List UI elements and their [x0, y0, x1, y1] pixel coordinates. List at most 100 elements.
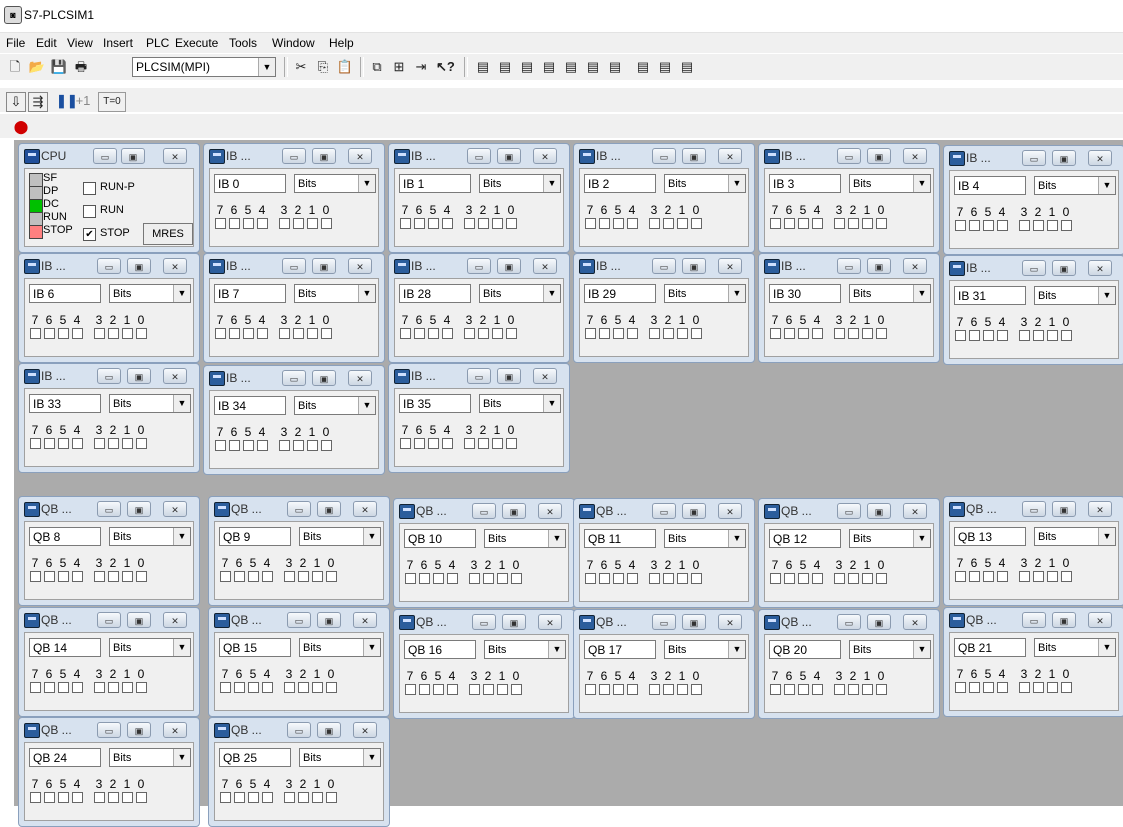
format-select[interactable]: Bits ▼: [294, 284, 376, 303]
minimize-icon[interactable]: ▭: [97, 722, 121, 738]
bit-checkbox[interactable]: [108, 571, 119, 582]
bit-checkbox[interactable]: [876, 218, 887, 229]
close-icon[interactable]: ✕: [533, 258, 557, 274]
bit-checkbox[interactable]: [94, 438, 105, 449]
format-select[interactable]: Bits ▼: [109, 394, 191, 413]
bit-checkbox[interactable]: [257, 218, 268, 229]
interface-select[interactable]: PLCSIM(MPI) ▼: [132, 57, 276, 77]
bit-checkbox[interactable]: [312, 792, 323, 803]
maximize-icon[interactable]: ▣: [867, 614, 891, 630]
bit-checkbox[interactable]: [997, 682, 1008, 693]
minimize-icon[interactable]: ▭: [652, 614, 676, 630]
output-window-titlebar[interactable]: QB ... ▭ ▣ ✕: [574, 610, 754, 634]
bit-checkbox[interactable]: [94, 328, 105, 339]
bit-checkbox[interactable]: [983, 571, 994, 582]
maximize-icon[interactable]: ▣: [867, 148, 891, 164]
bit-checkbox[interactable]: [506, 328, 517, 339]
bit-checkbox[interactable]: [136, 792, 147, 803]
menu-insert[interactable]: Insert: [103, 36, 133, 50]
bit-checkbox[interactable]: [419, 684, 430, 695]
bit-checkbox[interactable]: [30, 571, 41, 582]
bit-checkbox[interactable]: [1047, 220, 1058, 231]
bit-checkbox[interactable]: [428, 218, 439, 229]
bit-checkbox[interactable]: [58, 792, 69, 803]
close-icon[interactable]: ✕: [903, 258, 927, 274]
minimize-icon[interactable]: ▭: [1022, 501, 1046, 517]
bit-checkbox[interactable]: [321, 218, 332, 229]
bit-checkbox[interactable]: [464, 328, 475, 339]
bit-checkbox[interactable]: [478, 328, 489, 339]
bit-checkbox[interactable]: [1033, 571, 1044, 582]
minimize-icon[interactable]: ▭: [467, 258, 491, 274]
menu-edit[interactable]: Edit: [36, 36, 57, 50]
maximize-icon[interactable]: ▣: [127, 501, 151, 517]
maximize-icon[interactable]: ▣: [312, 258, 336, 274]
bit-checkbox[interactable]: [955, 682, 966, 693]
bit-checkbox[interactable]: [400, 438, 411, 449]
bit-checkbox[interactable]: [511, 684, 522, 695]
bit-checkbox[interactable]: [983, 682, 994, 693]
output-window-titlebar[interactable]: QB ... ▭ ▣ ✕: [19, 718, 199, 742]
bit-checkbox[interactable]: [627, 328, 638, 339]
minimize-icon[interactable]: ▭: [287, 722, 311, 738]
close-icon[interactable]: ✕: [718, 258, 742, 274]
close-icon[interactable]: ✕: [353, 612, 377, 628]
output-window-titlebar[interactable]: QB ... ▭ ▣ ✕: [944, 608, 1123, 632]
bit-checkbox[interactable]: [585, 328, 596, 339]
bit-checkbox[interactable]: [400, 218, 411, 229]
cpu-window-titlebar[interactable]: CPU ▭ ▣ ✕: [19, 144, 199, 168]
bit-checkbox[interactable]: [293, 440, 304, 451]
close-icon[interactable]: ✕: [163, 612, 187, 628]
insert-counter-icon[interactable]: ▤: [606, 58, 624, 76]
bit-checkbox[interactable]: [969, 220, 980, 231]
next-scan-button[interactable]: +1: [74, 92, 92, 110]
bit-checkbox[interactable]: [321, 328, 332, 339]
minimize-icon[interactable]: ▭: [652, 258, 676, 274]
bit-checkbox[interactable]: [136, 682, 147, 693]
maximize-icon[interactable]: ▣: [867, 258, 891, 274]
address-field[interactable]: IB 4: [954, 176, 1026, 195]
bit-checkbox[interactable]: [279, 328, 290, 339]
bit-checkbox[interactable]: [234, 682, 245, 693]
close-icon[interactable]: ✕: [348, 148, 372, 164]
maximize-icon[interactable]: ▣: [127, 612, 151, 628]
bit-checkbox[interactable]: [677, 684, 688, 695]
bit-checkbox[interactable]: [848, 328, 859, 339]
bit-checkbox[interactable]: [248, 571, 259, 582]
bit-checkbox[interactable]: [862, 684, 873, 695]
bit-checkbox[interactable]: [312, 571, 323, 582]
insert-peripheral-input-icon[interactable]: ▤: [496, 58, 514, 76]
bit-checkbox[interactable]: [969, 571, 980, 582]
bit-checkbox[interactable]: [44, 438, 55, 449]
minimize-icon[interactable]: ▭: [97, 258, 121, 274]
tile-icon[interactable]: ⊞: [390, 58, 408, 76]
menu-help[interactable]: Help: [329, 36, 354, 50]
bit-checkbox[interactable]: [234, 571, 245, 582]
insert-stack-icon[interactable]: ▤: [678, 58, 696, 76]
bit-checkbox[interactable]: [30, 328, 41, 339]
bit-checkbox[interactable]: [483, 573, 494, 584]
input-window-titlebar[interactable]: IB ... ▭ ▣ ✕: [19, 254, 199, 278]
minimize-icon[interactable]: ▭: [287, 612, 311, 628]
bit-checkbox[interactable]: [248, 682, 259, 693]
copy-icon[interactable]: ⎘: [314, 58, 332, 76]
bit-checkbox[interactable]: [834, 684, 845, 695]
maximize-icon[interactable]: ▣: [1052, 612, 1076, 628]
bit-checkbox[interactable]: [279, 218, 290, 229]
bit-checkbox[interactable]: [284, 792, 295, 803]
bit-checkbox[interactable]: [433, 573, 444, 584]
insert-input-icon[interactable]: ▤: [474, 58, 492, 76]
format-select[interactable]: Bits ▼: [299, 527, 381, 546]
bit-checkbox[interactable]: [312, 682, 323, 693]
maximize-icon[interactable]: ▣: [127, 722, 151, 738]
input-window-titlebar[interactable]: IB ... ▭ ▣ ✕: [204, 144, 384, 168]
format-select[interactable]: Bits ▼: [849, 529, 931, 548]
maximize-icon[interactable]: ▣: [317, 612, 341, 628]
bit-checkbox[interactable]: [279, 440, 290, 451]
output-window-titlebar[interactable]: QB ... ▭ ▣ ✕: [209, 497, 389, 521]
bit-checkbox[interactable]: [1033, 330, 1044, 341]
input-window-titlebar[interactable]: IB ... ▭ ▣ ✕: [19, 364, 199, 388]
bit-checkbox[interactable]: [997, 330, 1008, 341]
bit-checkbox[interactable]: [627, 218, 638, 229]
address-field[interactable]: QB 8: [29, 527, 101, 546]
